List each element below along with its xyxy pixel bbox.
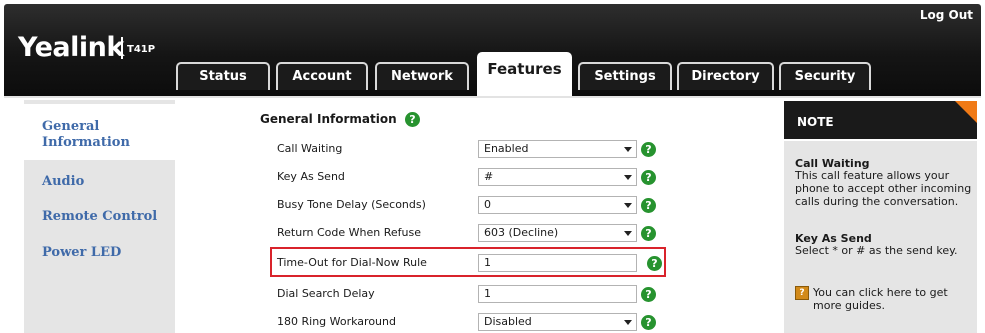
tab-security[interactable]: Security [779,62,871,90]
help-icon[interactable]: ? [647,256,662,271]
call-waiting-label: Call Waiting [277,142,343,155]
busy-tone-delay-label: Busy Tone Delay (Seconds) [277,198,426,211]
help-icon[interactable]: ? [641,170,656,185]
key-as-send-label: Key As Send [277,170,345,183]
sidebar-item-power-led[interactable]: Power LED [42,245,121,261]
yealink-web-ui: Yealink T41P Log Out Status Account Netw… [0,0,985,333]
return-code-select[interactable]: 603 (Decline) [478,224,637,242]
tab-settings[interactable]: Settings [578,62,672,90]
key-as-send-value: # [484,170,494,183]
sidebar-item-general-information[interactable]: General Information [42,119,130,151]
call-waiting-select[interactable]: Enabled [478,140,637,158]
help-icon[interactable]: ? [641,198,656,213]
tab-account[interactable]: Account [276,62,368,90]
logout-link[interactable]: Log Out [920,8,973,22]
dial-now-timeout-input[interactable]: 1 [478,254,637,272]
dial-search-delay-input[interactable]: 1 [478,285,637,303]
tab-features[interactable]: Features [477,52,572,96]
sidebar-item-remote-control[interactable]: Remote Control [42,209,157,225]
call-waiting-value: Enabled [484,142,529,155]
section-title: General Information [260,112,397,126]
chevron-down-icon [624,175,632,180]
return-code-value: 603 (Decline) [484,226,559,239]
sidebar-item-audio[interactable]: Audio [42,174,84,190]
note-key-as-send-text: Select * or # as the send key. [795,244,958,257]
sidebar-item-label: Information [42,135,130,150]
chevron-down-icon [624,203,632,208]
note-call-waiting-text: This call feature allows your phone to a… [795,169,972,208]
return-code-label: Return Code When Refuse [277,226,421,239]
model-label: T41P [127,44,156,55]
busy-tone-delay-value: 0 [484,198,491,211]
guide-book-icon[interactable]: ? [795,286,809,300]
note-guide-link[interactable]: You can click here to get more guides. [813,286,978,312]
help-icon[interactable]: ? [641,226,656,241]
ring-workaround-label: 180 Ring Workaround [277,315,396,328]
help-icon[interactable]: ? [641,142,656,157]
help-icon[interactable]: ? [641,315,656,330]
tab-directory[interactable]: Directory [677,62,774,90]
tab-status[interactable]: Status [176,62,270,90]
chevron-down-icon [624,320,632,325]
content-top-border [4,96,981,98]
help-icon[interactable]: ? [641,287,656,302]
ring-workaround-value: Disabled [484,315,532,328]
chevron-down-icon [624,147,632,152]
note-title: NOTE [797,115,834,129]
yealink-logo: Yealink [18,32,124,63]
logo-separator [121,37,123,59]
help-icon[interactable]: ? [405,112,420,127]
busy-tone-delay-select[interactable]: 0 [478,196,637,214]
chevron-down-icon [624,231,632,236]
tab-network[interactable]: Network [375,62,469,90]
sidebar-item-label: General [42,119,100,134]
ring-workaround-select[interactable]: Disabled [478,313,637,331]
dial-search-delay-label: Dial Search Delay [277,287,375,300]
key-as-send-select[interactable]: # [478,168,637,186]
note-corner-accent [955,101,977,123]
dial-now-timeout-label: Time-Out for Dial-Now Rule [277,256,427,269]
